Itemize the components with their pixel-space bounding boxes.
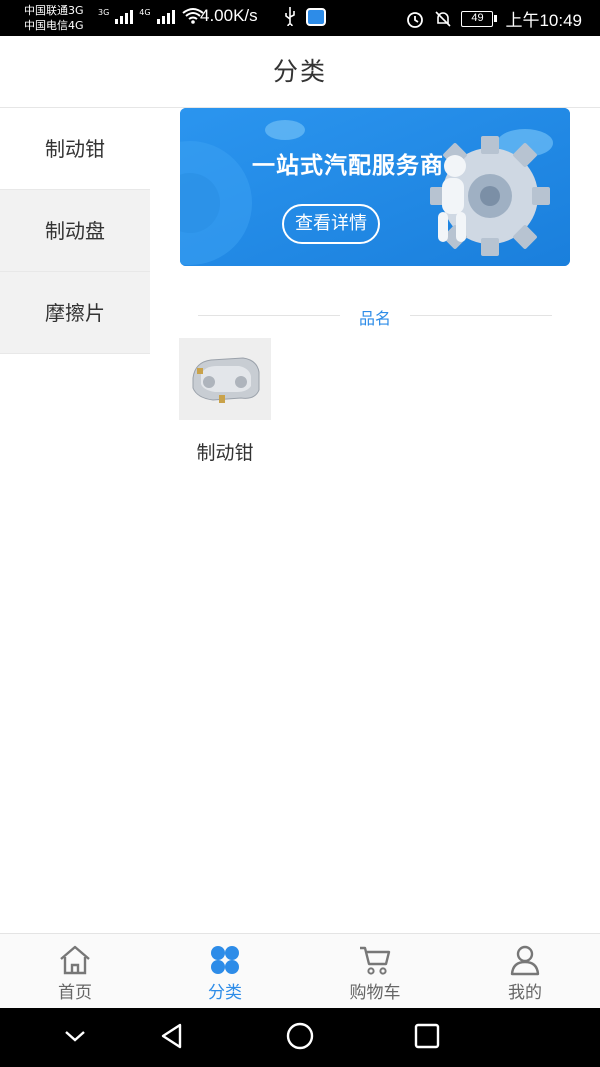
banner-title: 一站式汽配服务商: [252, 153, 444, 179]
network-speed: 4.00K/s: [200, 6, 258, 25]
bottom-tab-bar: 首页 分类 购物车 我的: [0, 933, 600, 1008]
promo-banner[interactable]: 一站式汽配服务商 查看详情: [180, 108, 570, 266]
tab-home-label: 首页: [58, 983, 92, 1003]
signal-icon: [156, 6, 175, 24]
brake-caliper-image: [192, 357, 260, 403]
chevron-down-icon[interactable]: [62, 1021, 88, 1051]
tab-category[interactable]: 分类: [150, 934, 300, 1008]
home-icon: [60, 945, 90, 975]
tab-profile[interactable]: 我的: [450, 934, 600, 1008]
carrier-info: 中国联通3G 中国电信4G: [24, 3, 84, 33]
status-bar: 中国联通3G 中国电信4G 3G 4G 4.00K/s 49 上午10:49: [0, 0, 600, 36]
section-label: 品名: [358, 309, 391, 328]
section-header: 品名: [198, 300, 552, 330]
usb-icon: [283, 6, 297, 30]
product-thumbnail[interactable]: [179, 338, 271, 420]
clock: 上午10:49: [505, 11, 582, 30]
product-name[interactable]: 制动钳: [179, 438, 271, 465]
network-4g-label: 4G: [139, 7, 151, 17]
category-sidebar: 制动钳 制动盘 摩擦片: [0, 108, 150, 354]
product-card[interactable]: 制动钳: [179, 338, 271, 465]
page-title: 分类: [272, 57, 327, 86]
signal-indicators: 3G 4G: [98, 6, 205, 24]
view-details-button[interactable]: 查看详情: [282, 204, 380, 244]
banner-illustration: [180, 108, 570, 266]
tab-home[interactable]: 首页: [0, 934, 150, 1008]
security-shield-icon: [306, 8, 326, 26]
home-button-icon[interactable]: [285, 1021, 315, 1051]
carrier-2: 中国电信4G: [24, 19, 84, 32]
cart-icon: [360, 946, 391, 975]
back-icon[interactable]: [158, 1021, 186, 1051]
signal-icon: [115, 6, 134, 24]
tab-category-label: 分类: [208, 983, 242, 1003]
carrier-1: 中国联通3G: [24, 4, 84, 17]
mute-bell-icon: [435, 10, 452, 27]
tab-profile-label: 我的: [508, 983, 542, 1003]
network-3g-label: 3G: [98, 7, 110, 17]
tab-cart-label: 购物车: [349, 983, 401, 1003]
tab-cart[interactable]: 购物车: [300, 934, 450, 1008]
battery-level: 49: [461, 10, 494, 27]
sidebar-item-brake-caliper[interactable]: 制动钳: [0, 108, 150, 190]
divider: [410, 315, 552, 316]
alarm-icon: [407, 11, 424, 28]
recent-apps-icon[interactable]: [413, 1021, 441, 1051]
sidebar-item-brake-pad[interactable]: 摩擦片: [0, 272, 150, 354]
user-icon: [510, 945, 540, 976]
battery-icon: 49: [461, 10, 498, 27]
sidebar-item-brake-disc[interactable]: 制动盘: [0, 190, 150, 272]
page-header: 分类: [0, 36, 600, 108]
system-nav-bar: [0, 1008, 600, 1067]
category-icon: [211, 946, 239, 974]
